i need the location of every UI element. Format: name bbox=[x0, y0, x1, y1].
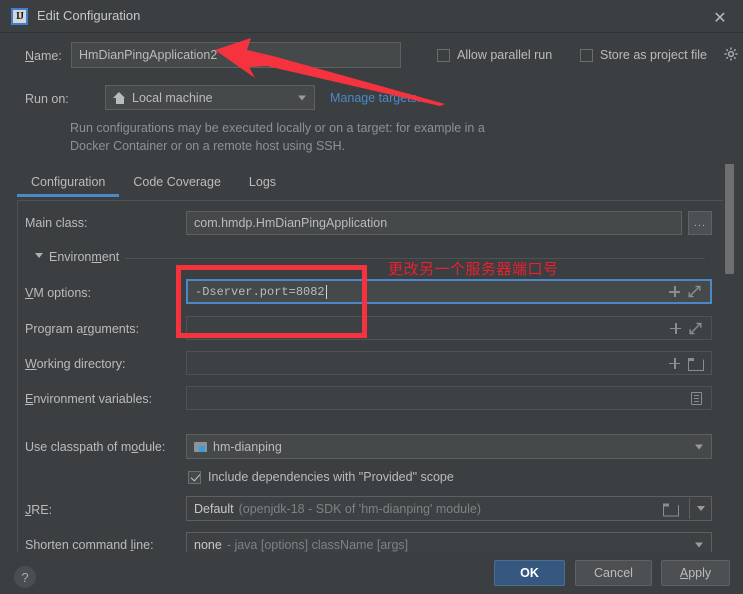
run-on-label: Run on: bbox=[25, 92, 69, 106]
jre-label: JRE: bbox=[25, 503, 52, 517]
program-arguments-input[interactable] bbox=[186, 316, 712, 340]
tab-code-coverage[interactable]: Code Coverage bbox=[119, 175, 235, 197]
folder-icon[interactable] bbox=[688, 358, 702, 369]
include-dependencies-checkbox-box bbox=[188, 471, 201, 484]
environment-variables-label: Environment variables: bbox=[25, 392, 152, 406]
dialog-button-bar: OK Cancel Apply bbox=[0, 552, 743, 594]
chevron-down-icon bbox=[695, 542, 703, 547]
gear-icon[interactable] bbox=[724, 47, 737, 60]
module-icon bbox=[194, 441, 207, 452]
store-as-project-file-label: Store as project file bbox=[600, 48, 707, 62]
dialog-title: Edit Configuration bbox=[37, 8, 140, 23]
text-cursor bbox=[326, 285, 327, 299]
main-class-label: Main class: bbox=[25, 216, 88, 230]
environment-variables-input[interactable] bbox=[186, 386, 712, 410]
vm-options-field-actions bbox=[669, 281, 706, 302]
ok-button[interactable]: OK bbox=[494, 560, 565, 586]
shorten-command-line-label: Shorten command line: bbox=[25, 538, 154, 552]
home-icon bbox=[113, 92, 126, 104]
store-as-project-file-checkbox-box bbox=[580, 49, 593, 62]
chevron-down-icon bbox=[695, 444, 703, 449]
cancel-button[interactable]: Cancel bbox=[575, 560, 652, 586]
chevron-down-icon bbox=[298, 95, 306, 100]
name-label: Name: bbox=[25, 49, 62, 63]
main-class-value: com.hmdp.HmDianPingApplication bbox=[194, 216, 387, 230]
program-arguments-label: Program arguments: bbox=[25, 322, 139, 336]
tab-configuration[interactable]: Configuration bbox=[17, 175, 119, 197]
shorten-command-line-value-primary: none bbox=[194, 538, 222, 552]
jre-dropdown-caret[interactable] bbox=[689, 498, 711, 519]
add-icon[interactable] bbox=[670, 323, 681, 334]
help-button[interactable]: ? bbox=[14, 566, 36, 588]
jre-value-detail: (openjdk-18 - SDK of 'hm-dianping' modul… bbox=[239, 502, 481, 516]
jre-value-primary: Default bbox=[194, 502, 234, 516]
tab-bar: Configuration Code Coverage Logs bbox=[17, 175, 290, 203]
program-arguments-field-actions bbox=[670, 317, 707, 339]
run-configuration-description: Run configurations may be executed local… bbox=[70, 119, 490, 155]
tab-logs[interactable]: Logs bbox=[235, 175, 290, 197]
scrollbar-thumb[interactable] bbox=[725, 164, 734, 274]
expand-icon[interactable] bbox=[688, 285, 701, 298]
working-directory-input[interactable] bbox=[186, 351, 712, 375]
close-icon[interactable]: ✕ bbox=[705, 5, 735, 29]
vm-options-label: VM options: bbox=[25, 286, 91, 300]
main-class-browse-button[interactable]: ... bbox=[688, 211, 712, 235]
main-class-input[interactable]: com.hmdp.HmDianPingApplication bbox=[186, 211, 682, 235]
vm-options-input[interactable]: -Dserver.port=8082 bbox=[186, 279, 712, 304]
edit-configuration-dialog: IJ Edit Configuration ✕ Name: HmDianPing… bbox=[0, 0, 743, 594]
edit-list-icon[interactable] bbox=[691, 392, 702, 405]
vm-options-value: -Dserver.port=8082 bbox=[195, 285, 325, 299]
environment-section-label[interactable]: Environment bbox=[49, 250, 119, 264]
store-as-project-file-checkbox[interactable]: Store as project file bbox=[580, 48, 707, 62]
use-classpath-label: Use classpath of module: bbox=[25, 440, 165, 454]
apply-button[interactable]: Apply bbox=[661, 560, 730, 586]
allow-parallel-run-label: Allow parallel run bbox=[457, 48, 552, 62]
run-on-dropdown[interactable]: Local machine bbox=[105, 85, 315, 110]
title-bar: IJ Edit Configuration ✕ bbox=[0, 0, 743, 33]
allow-parallel-run-checkbox[interactable]: Allow parallel run bbox=[437, 48, 552, 62]
jre-dropdown[interactable]: Default (openjdk-18 - SDK of 'hm-dianpin… bbox=[186, 496, 712, 521]
chevron-down-icon bbox=[697, 506, 705, 511]
run-on-value: Local machine bbox=[132, 91, 213, 105]
name-input[interactable]: HmDianPingApplication2 bbox=[71, 42, 401, 68]
folder-icon[interactable] bbox=[663, 503, 677, 514]
expand-icon[interactable] bbox=[689, 322, 702, 335]
use-classpath-dropdown[interactable]: hm-dianping bbox=[186, 434, 712, 459]
add-icon[interactable] bbox=[669, 286, 680, 297]
working-directory-field-actions bbox=[669, 352, 707, 374]
chinese-annotation-note: 更改另一个服务器端口号 bbox=[388, 258, 559, 279]
collapse-triangle-icon[interactable] bbox=[35, 253, 43, 258]
shorten-command-line-value-detail: - java [options] className [args] bbox=[227, 538, 408, 552]
environment-variables-field-actions bbox=[691, 387, 707, 409]
include-dependencies-checkbox[interactable]: Include dependencies with "Provided" sco… bbox=[188, 470, 454, 484]
manage-targets-link[interactable]: Manage targets... bbox=[330, 91, 427, 105]
use-classpath-value: hm-dianping bbox=[213, 440, 282, 454]
add-icon[interactable] bbox=[669, 358, 680, 369]
include-dependencies-label: Include dependencies with "Provided" sco… bbox=[208, 470, 454, 484]
working-directory-label: Working directory: bbox=[25, 357, 126, 371]
intellij-idea-icon: IJ bbox=[11, 8, 28, 25]
allow-parallel-run-checkbox-box bbox=[437, 49, 450, 62]
name-input-value: HmDianPingApplication2 bbox=[79, 48, 217, 62]
name-label-rest: ame: bbox=[34, 49, 62, 63]
